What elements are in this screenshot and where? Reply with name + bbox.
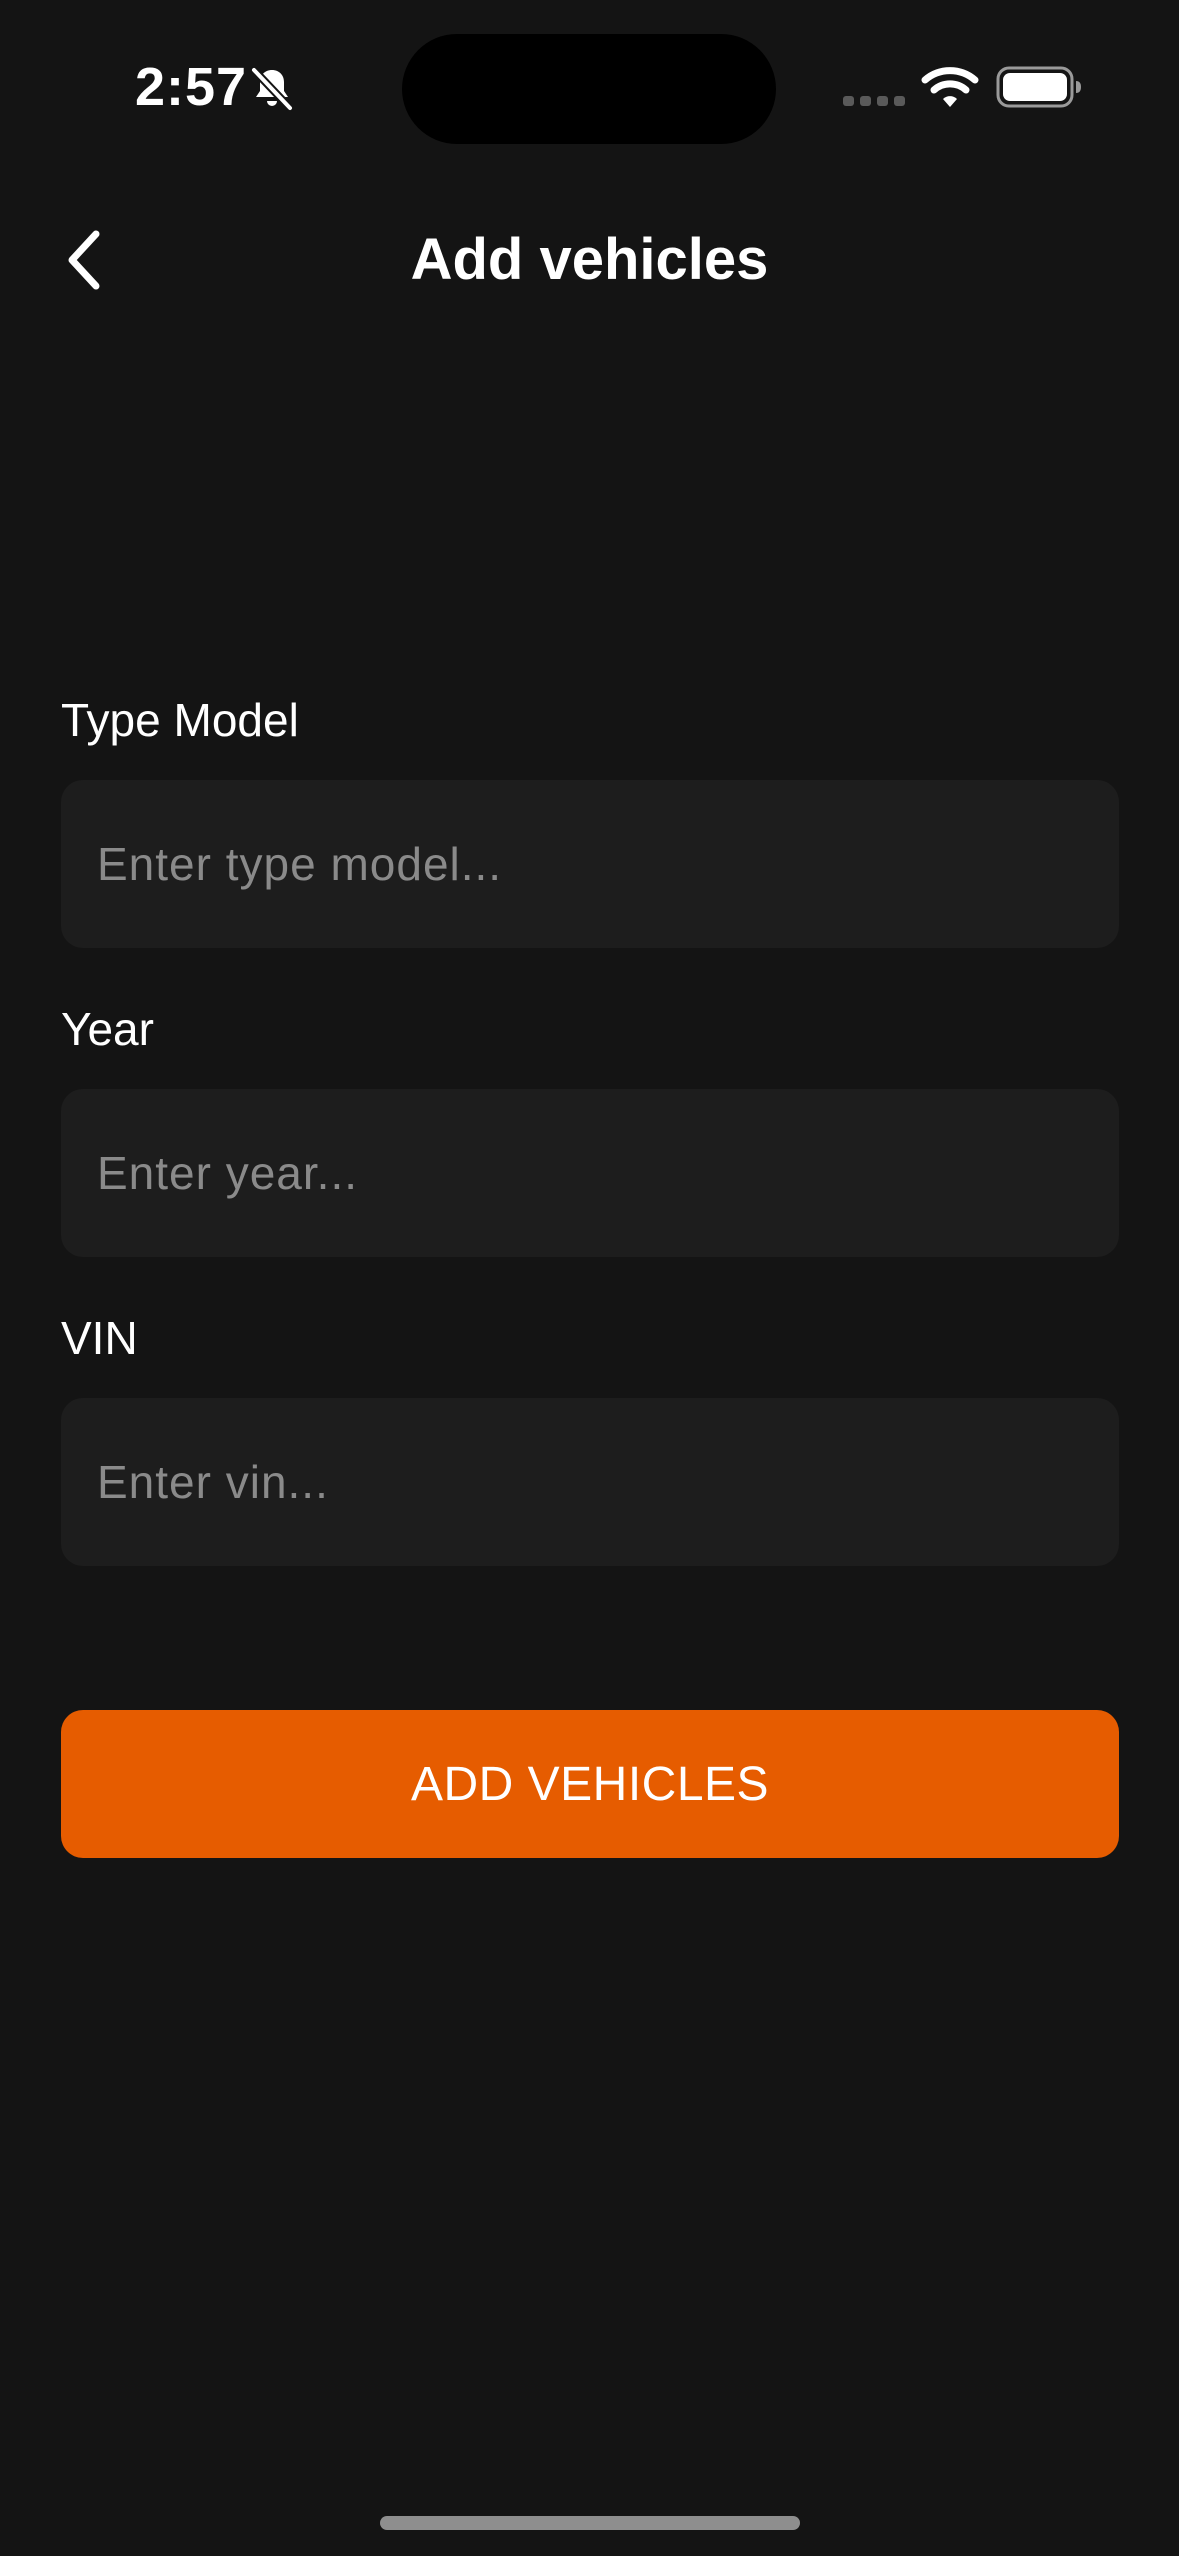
- add-vehicles-button[interactable]: ADD VEHICLES: [61, 1710, 1119, 1858]
- type-model-label: Type Model: [61, 694, 299, 746]
- bell-slash-icon: [250, 66, 294, 112]
- type-model-input[interactable]: [61, 780, 1119, 948]
- vin-label: VIN: [61, 1312, 138, 1364]
- page-title: Add vehicles: [410, 227, 769, 292]
- cellular-signal-icon: [843, 96, 905, 106]
- year-label: Year: [61, 1003, 154, 1055]
- dynamic-island: [402, 34, 776, 144]
- vin-input[interactable]: [61, 1398, 1119, 1566]
- wifi-icon: [921, 67, 979, 107]
- battery-icon: [996, 66, 1081, 108]
- year-input[interactable]: [61, 1089, 1119, 1257]
- status-time: 2:57: [135, 57, 248, 117]
- home-indicator[interactable]: [380, 2516, 800, 2530]
